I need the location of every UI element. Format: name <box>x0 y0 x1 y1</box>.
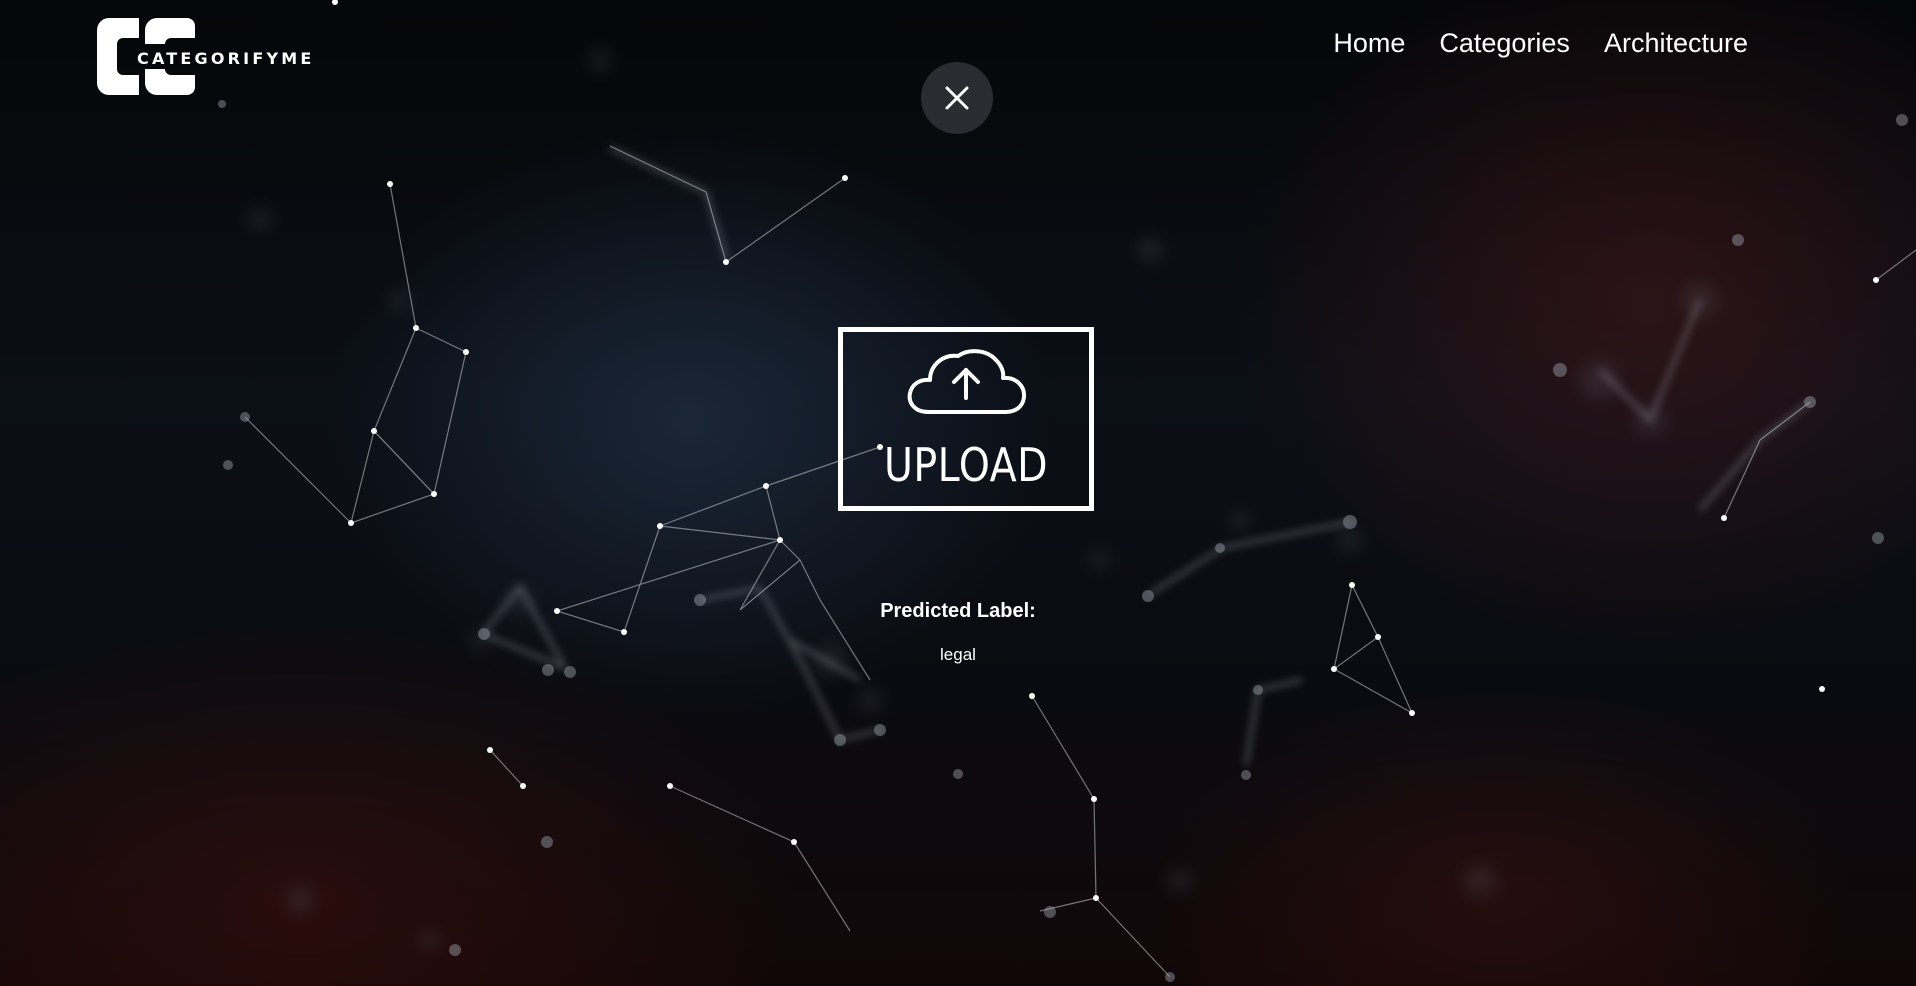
nav-architecture[interactable]: Architecture <box>1604 28 1748 59</box>
nav-home[interactable]: Home <box>1333 28 1405 59</box>
cloud-upload-icon <box>907 349 1027 414</box>
main-nav: Home Categories Architecture <box>1333 28 1748 59</box>
predicted-label-value: legal <box>940 645 976 664</box>
upload-label: UPLOAD <box>884 438 1048 492</box>
page-background: CATEGORIFYME Home Categories Architectur… <box>0 0 1916 986</box>
close-icon <box>945 86 969 110</box>
nav-categories[interactable]: Categories <box>1439 28 1570 59</box>
close-button[interactable] <box>921 62 993 134</box>
predicted-label-heading: Predicted Label: <box>880 600 1036 622</box>
brand-name: CATEGORIFYME <box>137 49 315 68</box>
upload-button[interactable]: UPLOAD <box>838 327 1094 511</box>
brand-logo[interactable]: CATEGORIFYME <box>97 18 311 95</box>
